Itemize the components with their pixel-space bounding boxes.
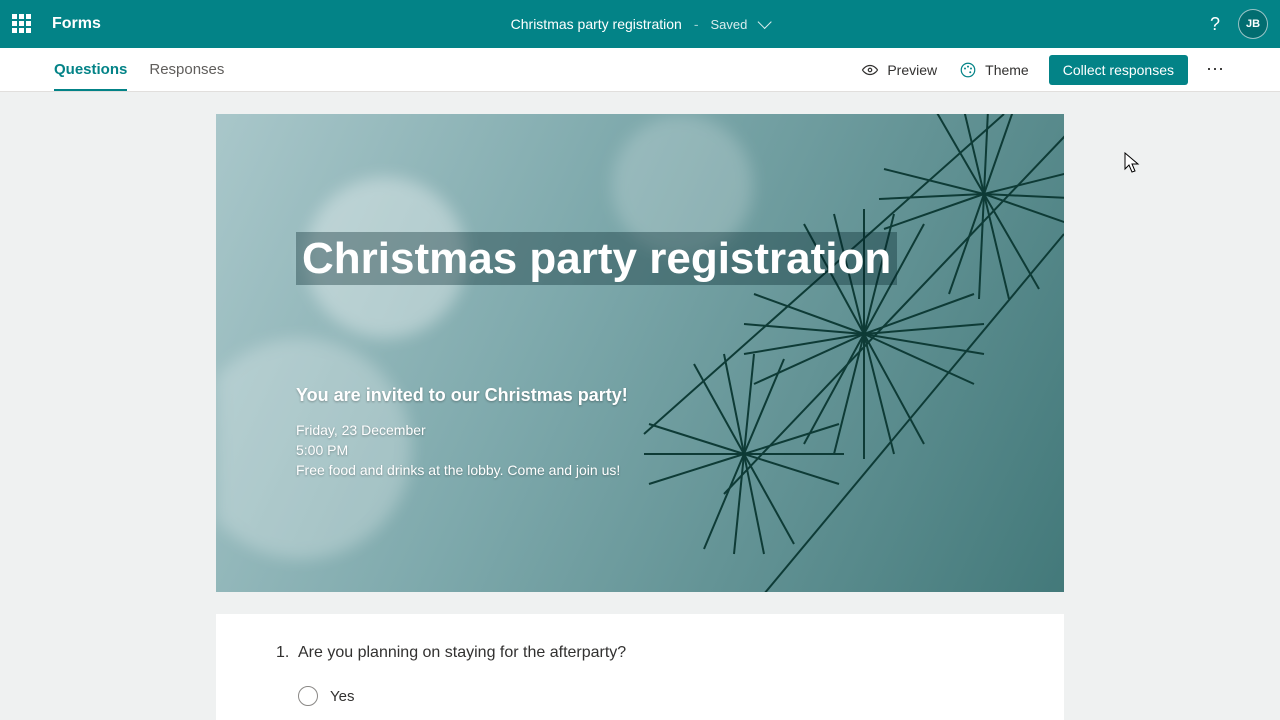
- form-description[interactable]: Friday, 23 December 5:00 PM Free food an…: [296, 420, 984, 481]
- eye-icon: [861, 61, 879, 79]
- canvas-scroll[interactable]: Christmas party registration You are inv…: [0, 92, 1280, 720]
- question-number: 1.: [276, 644, 298, 662]
- question-card-1[interactable]: 1. Are you planning on staying for the a…: [216, 614, 1064, 720]
- app-launcher-icon[interactable]: [12, 14, 32, 34]
- form-header-image[interactable]: Christmas party registration You are inv…: [216, 114, 1064, 592]
- form-canvas: Christmas party registration You are inv…: [0, 92, 1280, 720]
- desc-line-1: Friday, 23 December: [296, 420, 984, 440]
- collect-responses-button[interactable]: Collect responses: [1049, 55, 1188, 85]
- form-title[interactable]: Christmas party registration: [296, 232, 897, 285]
- app-bar: Forms Christmas party registration - Sav…: [0, 0, 1280, 48]
- tab-responses[interactable]: Responses: [149, 48, 224, 91]
- help-icon[interactable]: ?: [1210, 14, 1220, 35]
- more-options-icon[interactable]: ⋯: [1206, 59, 1226, 80]
- document-title[interactable]: Christmas party registration: [511, 16, 682, 32]
- preview-label: Preview: [887, 62, 937, 78]
- form-subtitle[interactable]: You are invited to our Christmas party!: [296, 385, 984, 406]
- theme-button[interactable]: Theme: [959, 61, 1029, 79]
- desc-line-2: 5:00 PM: [296, 440, 984, 460]
- option-label: Yes: [330, 688, 354, 705]
- document-title-group: Christmas party registration - Saved: [511, 16, 770, 32]
- save-status: Saved: [710, 17, 747, 32]
- option-row[interactable]: Yes: [298, 682, 1004, 710]
- user-avatar[interactable]: JB: [1238, 9, 1268, 39]
- desc-line-3: Free food and drinks at the lobby. Come …: [296, 460, 984, 480]
- radio-icon[interactable]: [298, 686, 318, 706]
- question-text[interactable]: Are you planning on staying for the afte…: [298, 644, 626, 662]
- app-name[interactable]: Forms: [52, 15, 101, 33]
- preview-button[interactable]: Preview: [861, 61, 937, 79]
- command-bar: Questions Responses Preview Theme Collec…: [0, 48, 1280, 92]
- theme-label: Theme: [985, 62, 1029, 78]
- tab-questions[interactable]: Questions: [54, 48, 127, 91]
- palette-icon: [959, 61, 977, 79]
- chevron-down-icon[interactable]: [757, 15, 771, 29]
